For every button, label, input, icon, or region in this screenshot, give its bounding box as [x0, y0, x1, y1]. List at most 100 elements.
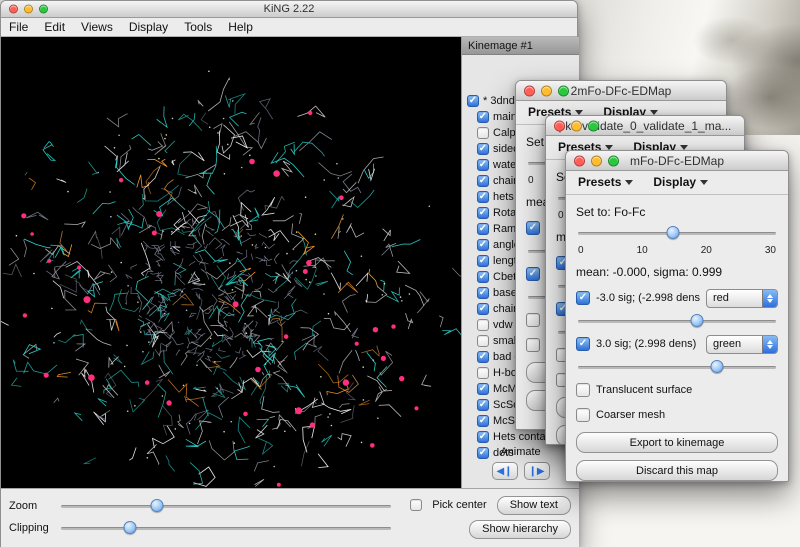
menu-file[interactable]: File — [9, 20, 28, 34]
pick-center-checkbox[interactable] — [410, 499, 422, 511]
work-area: Kinemage #1 * 3dndmainchainCalphassidech… — [1, 37, 579, 488]
high-contour-label: 3.0 sig; (2.998 dens) — [596, 338, 700, 350]
menu-help[interactable]: Help — [228, 20, 253, 34]
menu-display[interactable]: Display — [129, 20, 168, 34]
low-contour-checkbox[interactable] — [576, 291, 590, 305]
window-title: KiNG 2.22 — [264, 3, 315, 15]
item-checkbox[interactable] — [477, 223, 489, 235]
export-kinemage-button[interactable]: Export to kinemage — [576, 432, 778, 453]
coarser-mesh-checkbox[interactable] — [576, 408, 590, 422]
item-checkbox[interactable] — [477, 287, 489, 299]
chevron-down-icon — [700, 180, 708, 185]
popup-arrows-icon — [762, 290, 777, 307]
minimize-button[interactable] — [571, 120, 582, 131]
king-main-window: KiNG 2.22 FileEditViewsDisplayToolsHelp … — [0, 0, 578, 547]
set-to-label: Set to: Fo-Fc — [576, 205, 778, 219]
clipping-label: Clipping — [9, 522, 61, 534]
edmap-mfo-titlebar[interactable]: mFo-DFc-EDMap — [566, 151, 788, 171]
kinemage-panel-title: Kinemage #1 — [468, 40, 533, 52]
bottom-control-bar: Zoom Clipping Pick center Show text Show… — [1, 488, 579, 547]
high-contour-checkbox[interactable] — [576, 337, 590, 351]
translucent-label: Translucent surface — [596, 384, 692, 396]
low-color-dropdown[interactable]: red — [706, 289, 778, 308]
coarser-mesh-label: Coarser mesh — [596, 409, 665, 421]
low-contour-slider[interactable] — [578, 313, 776, 329]
item-checkbox[interactable] — [477, 271, 489, 283]
high-contour-checkbox[interactable] — [526, 267, 540, 281]
item-checkbox[interactable] — [477, 303, 489, 315]
animate-prev-button[interactable]: ◀❙ — [492, 462, 518, 480]
window-controls — [9, 5, 48, 14]
close-button[interactable] — [524, 85, 535, 96]
molecule-canvas[interactable] — [1, 37, 461, 488]
item-checkbox[interactable] — [477, 383, 489, 395]
zoom-button[interactable] — [558, 85, 569, 96]
menu-tools[interactable]: Tools — [184, 20, 212, 34]
discard-map-button[interactable]: Discard this map — [576, 460, 778, 481]
show-text-button[interactable]: Show text — [497, 496, 571, 515]
clipping-slider-track[interactable] — [61, 527, 391, 530]
kinemage-panel-header[interactable]: Kinemage #1 — [462, 37, 579, 55]
show-hierarchy-button[interactable]: Show hierarchy — [469, 520, 571, 539]
item-checkbox[interactable] — [477, 175, 489, 187]
zoom-slider[interactable] — [61, 498, 391, 514]
item-label: hets — [493, 191, 514, 203]
minimize-button[interactable] — [591, 155, 602, 166]
edmap-pka-titlebar[interactable]: pka-validate_0_validate_1_ma... — [546, 116, 744, 136]
zoom-label: Zoom — [9, 500, 61, 512]
translucent-checkbox[interactable] — [576, 383, 590, 397]
minimize-button[interactable] — [24, 5, 33, 14]
animate-next-button[interactable]: ❙▶ — [524, 462, 550, 480]
item-checkbox[interactable] — [477, 111, 489, 123]
low-contour-checkbox[interactable] — [526, 221, 540, 235]
presets-menu[interactable]: Presets — [578, 175, 633, 189]
window-title: mFo-DFc-EDMap — [630, 154, 724, 168]
clipping-slider-thumb[interactable] — [124, 521, 137, 534]
translucent-checkbox[interactable] — [526, 313, 540, 327]
item-checkbox[interactable] — [477, 143, 489, 155]
minimize-button[interactable] — [541, 85, 552, 96]
item-checkbox[interactable] — [477, 335, 489, 347]
zoom-slider-track[interactable] — [61, 505, 391, 508]
zoom-button[interactable] — [608, 155, 619, 166]
edmap-2mfo-titlebar[interactable]: 2mFo-DFc-EDMap — [516, 81, 726, 101]
item-checkbox[interactable] — [477, 351, 489, 363]
close-button[interactable] — [9, 5, 18, 14]
item-checkbox[interactable] — [477, 431, 489, 443]
zoom-button[interactable] — [39, 5, 48, 14]
item-checkbox[interactable] — [477, 239, 489, 251]
molecule-rendering — [1, 37, 461, 488]
close-button[interactable] — [574, 155, 585, 166]
zoom-button[interactable] — [588, 120, 599, 131]
item-checkbox[interactable] — [477, 319, 489, 331]
item-checkbox[interactable] — [477, 127, 489, 139]
item-checkbox[interactable] — [477, 399, 489, 411]
clipping-slider[interactable] — [61, 520, 391, 536]
menu-edit[interactable]: Edit — [44, 20, 65, 34]
pick-center-label: Pick center — [432, 499, 486, 511]
tick-label: 0 — [528, 175, 534, 188]
item-checkbox[interactable] — [477, 255, 489, 267]
level-slider[interactable] — [578, 225, 776, 241]
tick-label: 0 — [558, 210, 564, 223]
item-checkbox[interactable] — [477, 415, 489, 427]
tick-label: 10 — [637, 245, 648, 258]
high-color-dropdown[interactable]: green — [706, 335, 778, 354]
high-contour-slider[interactable] — [578, 359, 776, 375]
chevron-down-icon — [625, 180, 633, 185]
low-contour-label: -3.0 sig; (-2.998 dens) — [596, 292, 700, 304]
window-title: 2mFo-DFc-EDMap — [571, 84, 672, 98]
menu-views[interactable]: Views — [81, 20, 113, 34]
tick-label: 30 — [765, 245, 776, 258]
item-checkbox[interactable] — [477, 367, 489, 379]
animate-label: Animate — [462, 446, 579, 458]
item-checkbox[interactable] — [477, 191, 489, 203]
zoom-slider-thumb[interactable] — [150, 499, 163, 512]
item-checkbox[interactable] — [477, 159, 489, 171]
coarser-mesh-checkbox[interactable] — [526, 338, 540, 352]
king-titlebar[interactable]: KiNG 2.22 — [1, 1, 577, 18]
display-menu[interactable]: Display — [653, 175, 708, 189]
item-checkbox[interactable] — [477, 207, 489, 219]
item-checkbox[interactable] — [467, 95, 479, 107]
close-button[interactable] — [554, 120, 565, 131]
